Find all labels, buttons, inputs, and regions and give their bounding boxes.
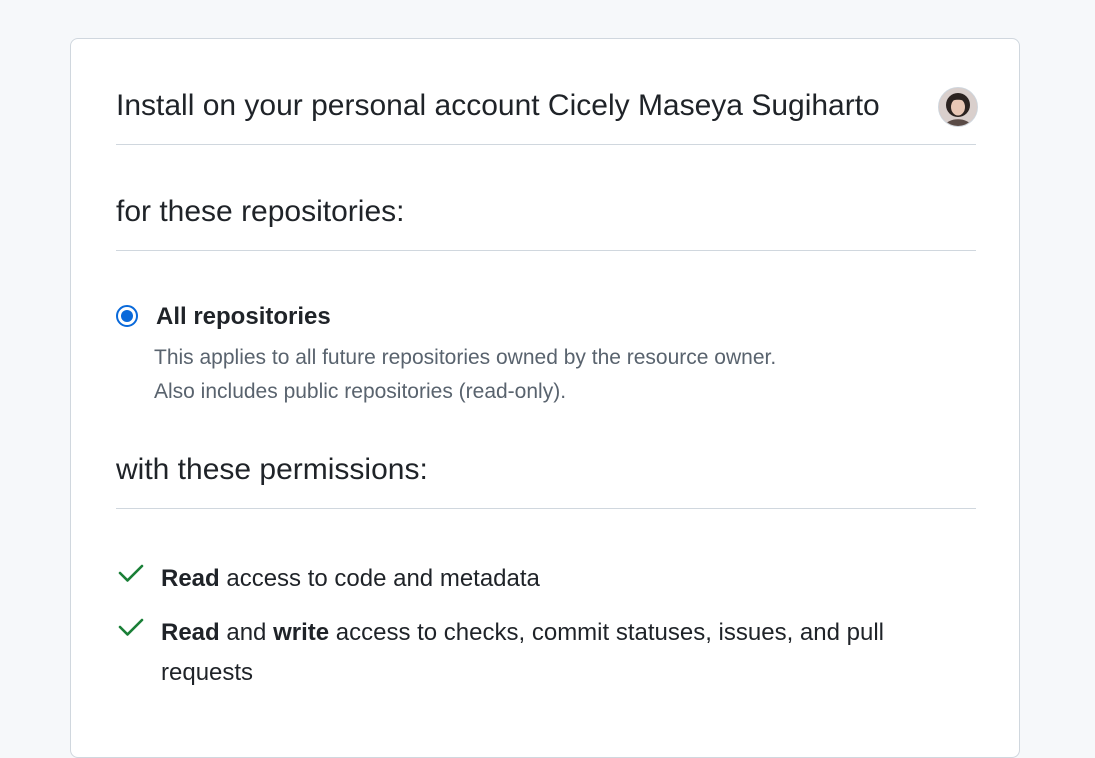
permission-strong: Read <box>161 619 220 646</box>
repositories-heading-text: for these repositories: <box>116 195 405 228</box>
all-repositories-radio[interactable] <box>116 305 138 327</box>
install-title: Install on your personal account Cicely … <box>116 89 880 122</box>
repositories-heading: for these repositories: <box>116 197 976 251</box>
user-avatar <box>938 87 978 127</box>
permission-strong-2: write <box>273 619 330 646</box>
description-line-2: Also includes public repositories (read-… <box>154 380 567 403</box>
permissions-heading: with these permissions: <box>116 455 976 509</box>
check-icon <box>118 618 144 636</box>
permission-middle: and <box>219 619 274 646</box>
description-line-1: This applies to all future repositories … <box>154 346 777 369</box>
permission-rest: access to code and metadata <box>219 565 540 592</box>
permission-text: Read and write access to checks, commit … <box>161 613 951 693</box>
permissions-heading-text: with these permissions: <box>116 453 428 486</box>
permission-text: Read access to code and metadata <box>161 559 951 599</box>
all-repositories-label[interactable]: All repositories <box>156 303 331 331</box>
all-repositories-description: This applies to all future repositories … <box>154 341 776 409</box>
install-card: Install on your personal account Cicely … <box>70 38 1020 758</box>
install-header: Install on your personal account Cicely … <box>116 87 978 145</box>
radio-selected-dot <box>121 310 133 322</box>
permission-strong: Read <box>161 565 220 592</box>
check-icon <box>118 564 144 582</box>
avatar-icon <box>939 88 977 126</box>
